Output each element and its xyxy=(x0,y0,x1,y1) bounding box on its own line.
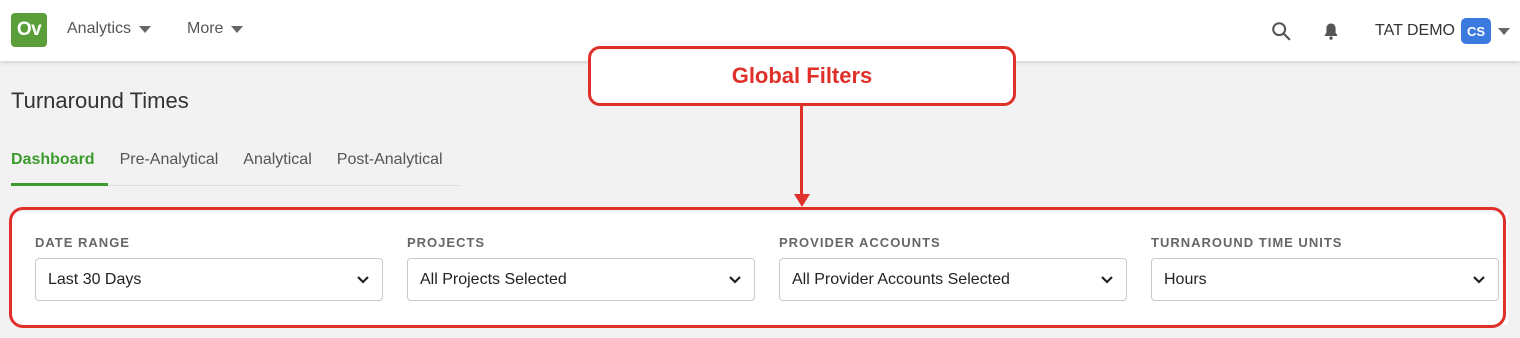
filter-projects: PROJECTS All Projects Selected xyxy=(407,235,755,301)
filter-turnaround-time-units: TURNAROUND TIME UNITS Hours xyxy=(1151,235,1499,301)
chevron-down-icon xyxy=(1101,275,1113,284)
filter-label: PROVIDER ACCOUNTS xyxy=(779,235,941,250)
annotation-label: Global Filters xyxy=(731,63,873,88)
chevron-down-icon xyxy=(729,275,741,284)
annotation-arrow-line xyxy=(800,106,803,196)
nav-menu-more-label: More xyxy=(187,20,224,37)
select-value: All Projects Selected xyxy=(420,270,567,288)
avatar: CS xyxy=(1461,18,1491,44)
turnaround-time-units-select[interactable]: Hours xyxy=(1151,258,1499,301)
tab-post-analytical[interactable]: Post-Analytical xyxy=(337,151,443,186)
nav-menu-more[interactable]: More xyxy=(187,20,244,38)
date-range-select[interactable]: Last 30 Days xyxy=(35,258,383,301)
user-name: TAT DEMO xyxy=(1375,22,1455,39)
user-menu[interactable]: TAT DEMO CS xyxy=(1375,18,1510,44)
caret-down-icon xyxy=(139,25,152,33)
select-value: Last 30 Days xyxy=(48,270,142,288)
tab-pre-analytical[interactable]: Pre-Analytical xyxy=(120,151,219,186)
nav-menu-analytics-label: Analytics xyxy=(67,20,132,37)
tab-dashboard[interactable]: Dashboard xyxy=(11,151,108,186)
annotation-arrow-head xyxy=(794,194,810,207)
filter-label: TURNAROUND TIME UNITS xyxy=(1151,235,1343,250)
caret-down-icon xyxy=(231,25,244,33)
select-value: All Provider Accounts Selected xyxy=(792,270,1010,288)
bell-icon[interactable] xyxy=(1321,20,1341,42)
filter-label: DATE RANGE xyxy=(35,235,130,250)
nav-menu-analytics[interactable]: Analytics xyxy=(67,20,152,38)
search-icon[interactable] xyxy=(1270,20,1292,42)
global-filters-card: DATE RANGE Last 30 Days PROJECTS All Pro… xyxy=(12,212,1508,325)
app-logo[interactable]: Ov xyxy=(11,13,47,47)
filter-date-range: DATE RANGE Last 30 Days xyxy=(35,235,383,301)
filter-label: PROJECTS xyxy=(407,235,486,250)
chevron-down-icon xyxy=(357,275,369,284)
chevron-down-icon xyxy=(1473,275,1485,284)
annotation-callout: Global Filters xyxy=(588,46,1016,106)
select-value: Hours xyxy=(1164,270,1207,288)
tab-analytical[interactable]: Analytical xyxy=(243,151,311,186)
provider-accounts-select[interactable]: All Provider Accounts Selected xyxy=(779,258,1127,301)
filter-provider-accounts: PROVIDER ACCOUNTS All Provider Accounts … xyxy=(779,235,1127,301)
caret-down-icon xyxy=(1498,27,1510,35)
tab-bar: Dashboard Pre-Analytical Analytical Post… xyxy=(11,151,460,186)
page-title: Turnaround Times xyxy=(11,88,189,113)
projects-select[interactable]: All Projects Selected xyxy=(407,258,755,301)
